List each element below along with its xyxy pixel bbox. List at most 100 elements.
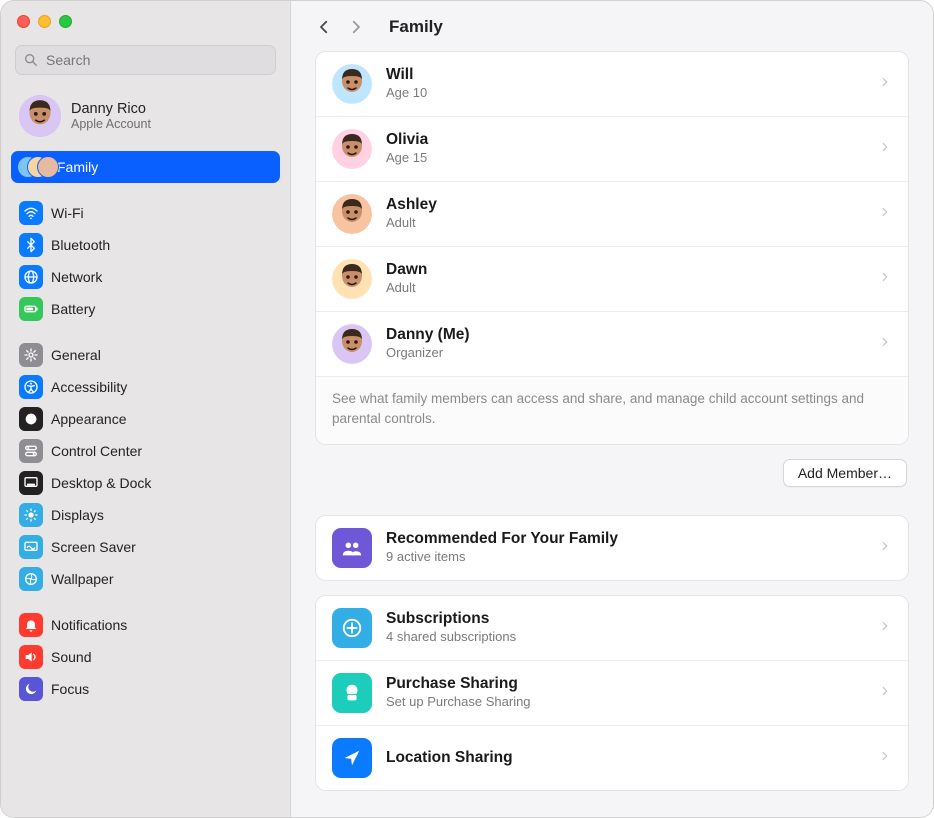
purchase-sharing-row[interactable]: Purchase Sharing Set up Purchase Sharing: [316, 661, 908, 726]
purchase-sharing-sub: Set up Purchase Sharing: [386, 694, 864, 711]
moon-icon: [19, 677, 43, 701]
sidebar-item-displays[interactable]: Displays: [11, 499, 280, 531]
subscriptions-sub: 4 shared subscriptions: [386, 629, 864, 646]
subscriptions-icon: [332, 608, 372, 648]
recommended-row[interactable]: Recommended For Your Family 9 active ite…: [316, 516, 908, 580]
sidebar-item-sound[interactable]: Sound: [11, 641, 280, 673]
sidebar-item-general[interactable]: General: [11, 339, 280, 371]
sidebar-item-label: Wallpaper: [51, 571, 114, 587]
add-member-button[interactable]: Add Member…: [783, 459, 907, 487]
sidebar-item-label: Focus: [51, 681, 89, 697]
sidebar-item-label: Appearance: [51, 411, 127, 427]
member-name: Ashley: [386, 196, 864, 215]
sidebar-item-label: Network: [51, 269, 102, 285]
location-sharing-title: Location Sharing: [386, 749, 864, 768]
sidebar-item-family[interactable]: Family: [11, 151, 280, 183]
search-icon: [23, 52, 39, 73]
member-name: Danny (Me): [386, 326, 864, 345]
close-window-button[interactable]: [17, 15, 30, 28]
recommended-sub: 9 active items: [386, 549, 864, 566]
wifi-icon: [19, 201, 43, 225]
sidebar-item-notifications[interactable]: Notifications: [11, 609, 280, 641]
appearance-icon: [19, 407, 43, 431]
globe-icon: [19, 265, 43, 289]
recommended-icon: [332, 528, 372, 568]
recommended-title: Recommended For Your Family: [386, 530, 864, 549]
sidebar-list: Family Wi-Fi Bluetooth Network Battery Gener…: [1, 151, 290, 705]
sidebar-item-battery[interactable]: Battery: [11, 293, 280, 325]
window-controls: [1, 1, 290, 37]
bluetooth-icon: [19, 233, 43, 257]
account-name: Danny Rico: [71, 101, 151, 117]
content-header: Family: [291, 1, 933, 47]
family-member-row[interactable]: WillAge 10: [316, 52, 908, 117]
zoom-window-button[interactable]: [59, 15, 72, 28]
family-members-panel: WillAge 10OliviaAge 15AshleyAdultDawnAdu…: [315, 51, 909, 445]
nav-controls: [311, 15, 369, 39]
sidebar-item-label: Accessibility: [51, 379, 127, 395]
member-avatar: [332, 64, 372, 104]
sidebar-item-desktop-dock[interactable]: Desktop & Dock: [11, 467, 280, 499]
speaker-icon: [19, 645, 43, 669]
member-avatar: [332, 194, 372, 234]
family-member-row[interactable]: DawnAdult: [316, 247, 908, 312]
sidebar-item-wi-fi[interactable]: Wi-Fi: [11, 197, 280, 229]
sidebar-item-bluetooth[interactable]: Bluetooth: [11, 229, 280, 261]
purchase-sharing-title: Purchase Sharing: [386, 675, 864, 694]
member-status: Organizer: [386, 345, 864, 362]
member-status: Age 10: [386, 85, 864, 102]
family-member-row[interactable]: AshleyAdult: [316, 182, 908, 247]
nav-forward-button[interactable]: [343, 15, 369, 39]
chevron-right-icon: [878, 205, 892, 224]
family-member-row[interactable]: OliviaAge 15: [316, 117, 908, 182]
member-avatar: [332, 324, 372, 364]
page-title: Family: [389, 17, 443, 37]
sidebar-item-label: Sound: [51, 649, 91, 665]
bell-icon: [19, 613, 43, 637]
sidebar-item-appearance[interactable]: Appearance: [11, 403, 280, 435]
gear-icon: [19, 343, 43, 367]
recommended-panel: Recommended For Your Family 9 active ite…: [315, 515, 909, 581]
sidebar-item-control-center[interactable]: Control Center: [11, 435, 280, 467]
chevron-right-icon: [878, 684, 892, 703]
sidebar-item-accessibility[interactable]: Accessibility: [11, 371, 280, 403]
sidebar-item-label: Family: [57, 159, 98, 175]
family-icon: [17, 155, 53, 179]
family-member-row[interactable]: Danny (Me)Organizer: [316, 312, 908, 376]
chevron-right-icon: [878, 539, 892, 558]
member-avatar: [332, 259, 372, 299]
sidebar: Danny Rico Apple Account Family Wi-Fi Blu…: [1, 1, 291, 817]
member-name: Will: [386, 66, 864, 85]
sidebar-item-wallpaper[interactable]: Wallpaper: [11, 563, 280, 595]
battery-icon: [19, 297, 43, 321]
account-avatar: [19, 95, 61, 137]
sidebar-item-label: Notifications: [51, 617, 127, 633]
dock-icon: [19, 471, 43, 495]
minimize-window-button[interactable]: [38, 15, 51, 28]
member-name: Olivia: [386, 131, 864, 150]
sidebar-item-network[interactable]: Network: [11, 261, 280, 293]
chevron-right-icon: [878, 619, 892, 638]
purchase-sharing-icon: [332, 673, 372, 713]
sharing-panel: Subscriptions 4 shared subscriptions Pur…: [315, 595, 909, 791]
content-pane: Family WillAge 10OliviaAge 15AshleyAdult…: [291, 1, 933, 817]
display-icon: [19, 503, 43, 527]
search-field-container: [15, 45, 276, 75]
member-name: Dawn: [386, 261, 864, 280]
location-sharing-icon: [332, 738, 372, 778]
sidebar-item-label: Wi-Fi: [51, 205, 84, 221]
chevron-right-icon: [878, 75, 892, 94]
sidebar-item-focus[interactable]: Focus: [11, 673, 280, 705]
location-sharing-row[interactable]: Location Sharing: [316, 726, 908, 790]
member-status: Age 15: [386, 150, 864, 167]
wallpaper-icon: [19, 567, 43, 591]
nav-back-button[interactable]: [311, 15, 337, 39]
apple-account-row[interactable]: Danny Rico Apple Account: [1, 85, 290, 151]
search-input[interactable]: [15, 45, 276, 75]
sidebar-item-label: Displays: [51, 507, 104, 523]
sidebar-item-screen-saver[interactable]: Screen Saver: [11, 531, 280, 563]
sidebar-item-label: Desktop & Dock: [51, 475, 151, 491]
subscriptions-row[interactable]: Subscriptions 4 shared subscriptions: [316, 596, 908, 661]
members-footer-note: See what family members can access and s…: [316, 376, 908, 444]
chevron-right-icon: [878, 749, 892, 768]
